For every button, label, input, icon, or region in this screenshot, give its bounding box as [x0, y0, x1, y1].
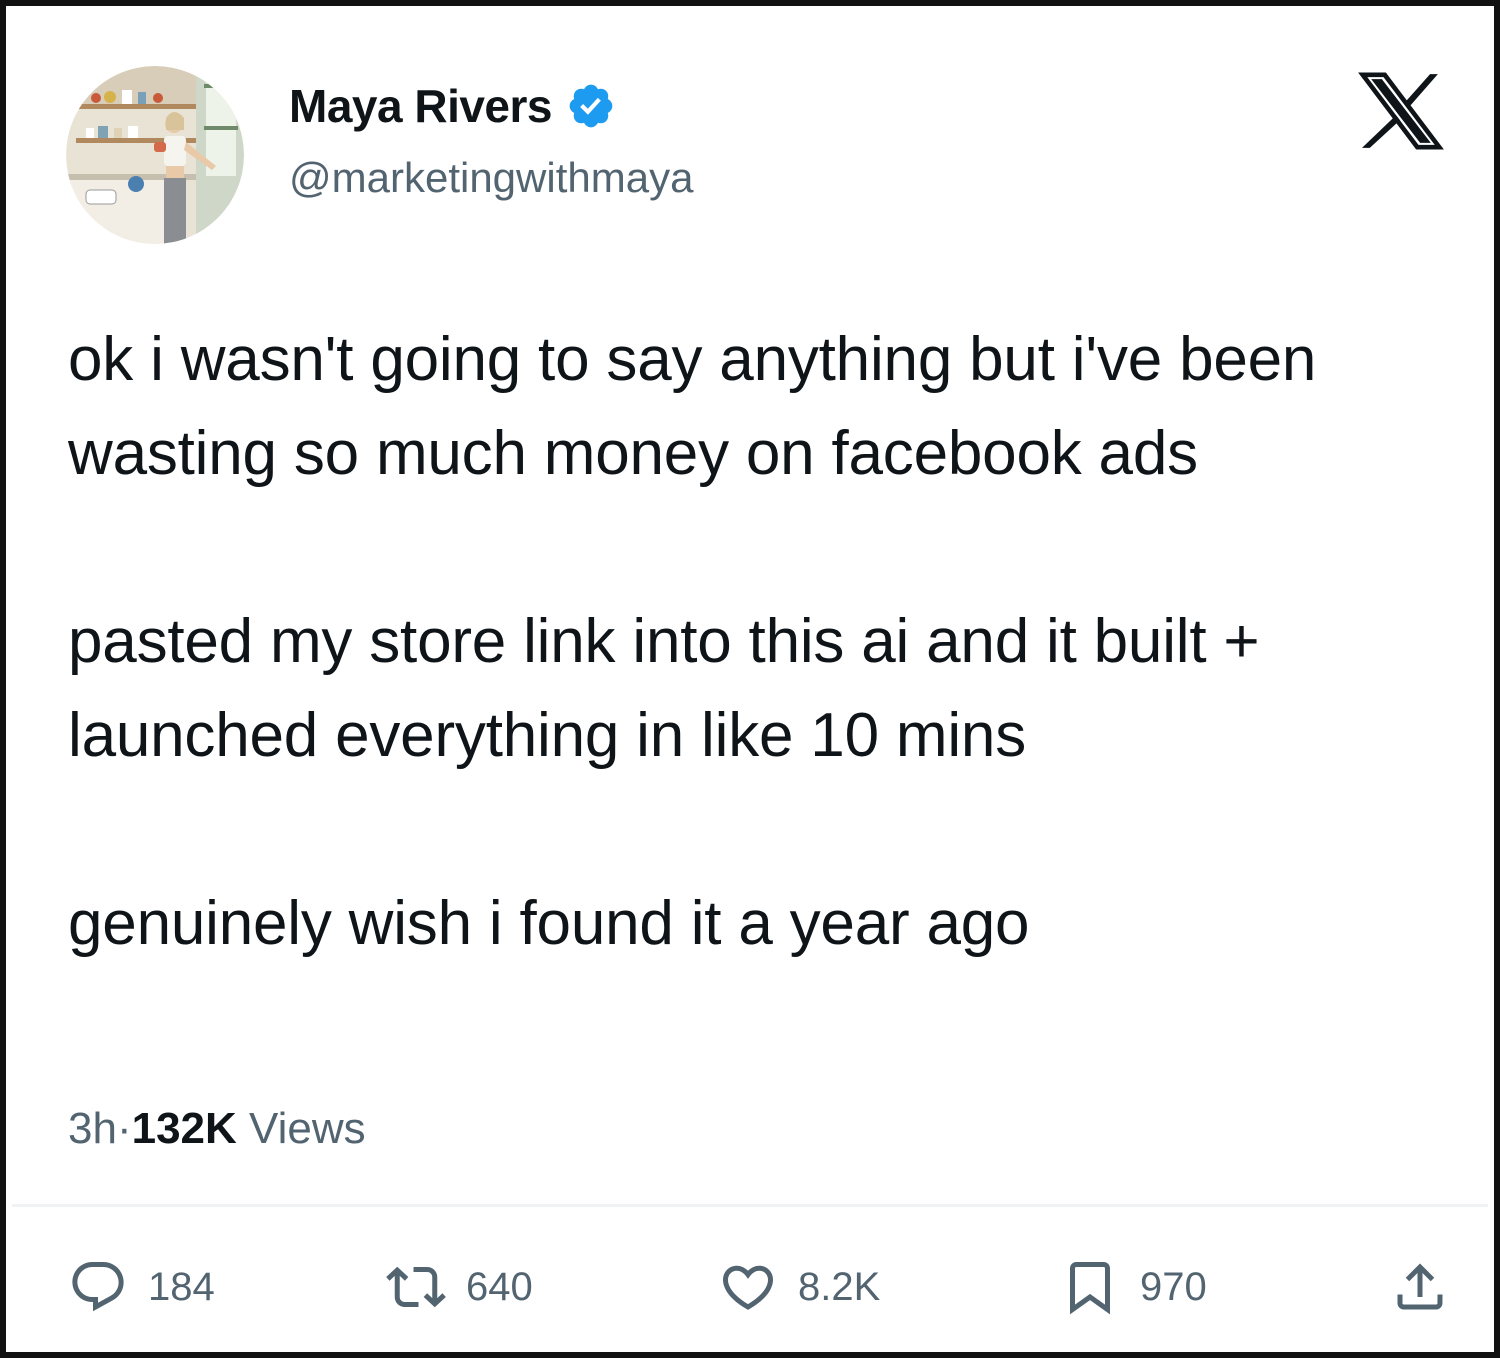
action-bar: 184 640 8.2K 970	[6, 1254, 1500, 1324]
reply-icon	[68, 1257, 128, 1317]
share-icon	[1390, 1257, 1450, 1317]
tweet-paragraph: ok i wasn't going to say anything but i'…	[68, 325, 1317, 488]
x-logo-icon[interactable]	[1358, 72, 1444, 150]
retweet-button[interactable]: 640	[386, 1254, 533, 1320]
tweet-paragraph: pasted my store link into this ai and it…	[68, 607, 1260, 770]
divider	[12, 1204, 1488, 1207]
bookmark-icon	[1060, 1257, 1120, 1317]
like-count: 8.2K	[798, 1264, 881, 1309]
reply-button[interactable]: 184	[68, 1254, 215, 1320]
author-display-name[interactable]: Maya Rivers	[289, 79, 553, 133]
avatar-photo	[66, 66, 244, 244]
tweet-paragraph: genuinely wish i found it a year ago	[68, 889, 1030, 958]
retweet-icon	[386, 1257, 446, 1317]
tweet-metadata: 3h·132K Views	[68, 1104, 366, 1154]
meta-separator: ·	[116, 1104, 132, 1153]
avatar[interactable]	[66, 66, 244, 244]
bookmark-button[interactable]: 970	[1060, 1254, 1207, 1320]
views-label: Views	[236, 1104, 366, 1153]
share-button[interactable]	[1390, 1254, 1450, 1320]
heart-icon	[718, 1257, 778, 1317]
tweet-time[interactable]: 3h	[68, 1104, 117, 1153]
reply-count: 184	[148, 1264, 215, 1309]
views-count: 132K	[131, 1104, 237, 1153]
bookmark-count: 970	[1140, 1264, 1207, 1309]
tweet-card: Maya Rivers @marketingwithmaya ok i wasn…	[0, 0, 1500, 1358]
like-button[interactable]: 8.2K	[718, 1254, 880, 1320]
verified-badge-icon	[566, 81, 616, 131]
author-handle[interactable]: @marketingwithmaya	[289, 154, 693, 202]
retweet-count: 640	[466, 1264, 533, 1309]
tweet-text: ok i wasn't going to say anything but i'…	[68, 313, 1468, 971]
author-name-row[interactable]: Maya Rivers	[289, 78, 616, 134]
